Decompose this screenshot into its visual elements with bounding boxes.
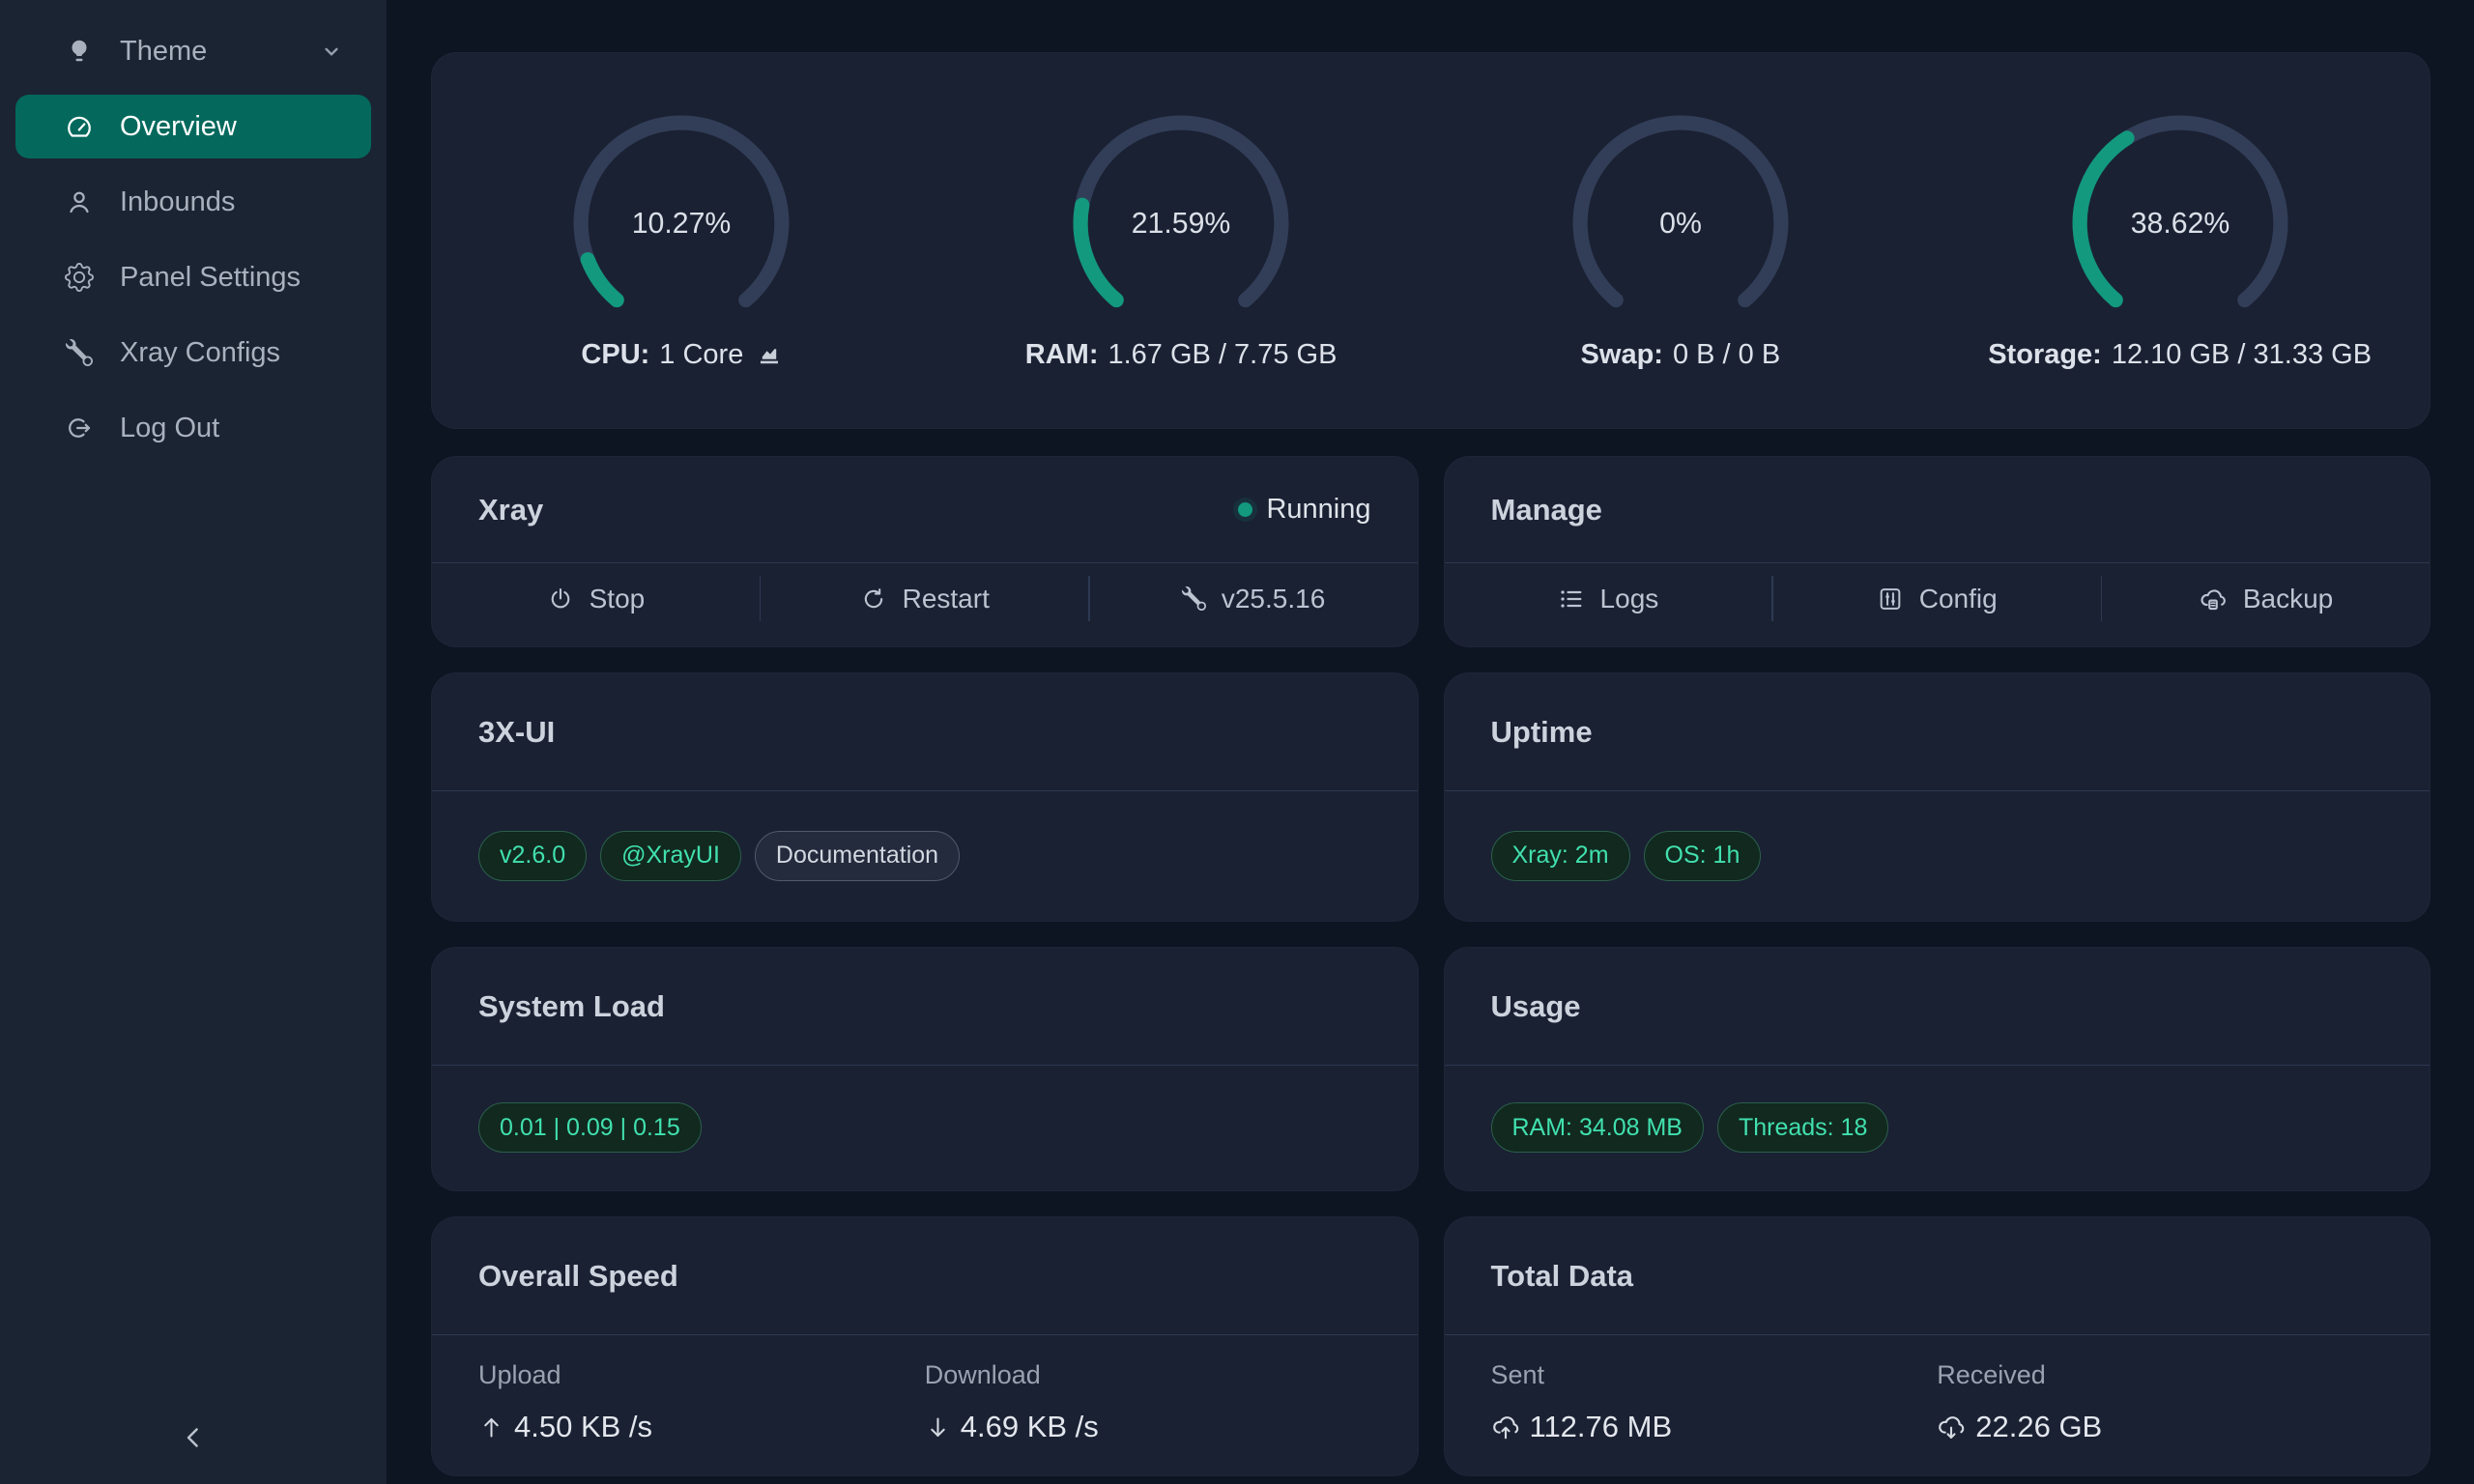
usage-card: Usage RAM: 34.08 MB Threads: 18 (1444, 947, 2431, 1191)
system-load-card-title: System Load (478, 989, 665, 1024)
storage-gauge-arc: 38.62% (2059, 111, 2301, 335)
cards-grid: Xray Running Stop Restart (431, 456, 2431, 1476)
sidebar-nav: Theme Overview Inbounds Panel Settings (0, 0, 387, 460)
xray-card-title: Xray (478, 493, 543, 528)
sent-label: Sent (1491, 1360, 1938, 1390)
sent-stat: Sent 112.76 MB (1491, 1360, 1938, 1444)
swap-percent: 0% (1659, 208, 1702, 240)
swap-gauge-arc: 0% (1560, 111, 1801, 335)
sent-value: 112.76 MB (1491, 1410, 1938, 1444)
telegram-tag[interactable]: @XrayUI (600, 831, 741, 881)
storage-label: Storage: 12.10 GB / 31.33 GB (1988, 339, 2372, 371)
restart-icon (860, 585, 887, 613)
usage-card-title: Usage (1491, 989, 1581, 1024)
chevron-left-icon (177, 1421, 210, 1454)
xray-stop-button[interactable]: Stop (432, 563, 760, 634)
os-uptime-tag: OS: 1h (1644, 831, 1762, 881)
cpu-percent: 10.27% (632, 208, 732, 240)
logs-button[interactable]: Logs (1445, 563, 1772, 634)
sidebar-item-label: Overview (120, 111, 237, 143)
cpu-chart-icon[interactable] (757, 343, 782, 366)
swap-gauge: 0% Swap: 0 B / 0 B (1431, 111, 1931, 371)
xray-card: Xray Running Stop Restart (431, 456, 1419, 647)
cloud-backup-icon (2199, 585, 2228, 614)
cloud-upload-icon (1491, 1413, 1520, 1441)
download-value: 4.69 KB /s (925, 1410, 1371, 1444)
upload-value: 4.50 KB /s (478, 1410, 925, 1444)
received-stat: Received 22.26 GB (1937, 1360, 2383, 1444)
cloud-download-icon (1937, 1413, 1966, 1441)
ram-gauge-arc: 21.59% (1060, 111, 1302, 335)
sidebar-item-theme[interactable]: Theme (15, 19, 371, 83)
cpu-gauge-arc: 10.27% (561, 111, 802, 335)
system-stats-card: 10.27% CPU: 1 Core 21.59% RAM: 1.67 GB /… (431, 52, 2431, 429)
list-icon (1558, 585, 1585, 613)
ram-label: RAM: 1.67 GB / 7.75 GB (1025, 339, 1338, 371)
cpu-label: CPU: 1 Core (581, 339, 782, 371)
user-icon (64, 186, 95, 217)
overall-speed-card: Overall Speed Upload 4.50 KB /s Download (431, 1216, 1419, 1476)
download-label: Download (925, 1360, 1371, 1390)
sidebar-item-label: Panel Settings (120, 262, 301, 294)
manage-card: Manage Logs Config Backup (1444, 456, 2431, 647)
xray-status-text: Running (1266, 494, 1370, 526)
sidebar-collapse-button[interactable] (171, 1415, 216, 1463)
threads-tag: Threads: 18 (1717, 1102, 1888, 1153)
sidebar-item-panel-settings[interactable]: Panel Settings (15, 245, 371, 309)
upload-stat: Upload 4.50 KB /s (478, 1360, 925, 1444)
sliders-icon (1877, 585, 1904, 613)
backup-button[interactable]: Backup (2102, 563, 2430, 634)
speedometer-icon (64, 111, 95, 142)
wrench-icon (1182, 586, 1206, 611)
version-tag: v2.6.0 (478, 831, 587, 881)
sidebar-item-log-out[interactable]: Log Out (15, 396, 371, 460)
xray-restart-button[interactable]: Restart (761, 563, 1088, 634)
config-button[interactable]: Config (1773, 563, 2101, 634)
sidebar-item-label: Log Out (120, 413, 219, 444)
upload-label: Upload (478, 1360, 925, 1390)
arrow-up-icon (478, 1414, 504, 1441)
threex-ui-card-title: 3X-UI (478, 715, 555, 750)
ram-usage-tag: RAM: 34.08 MB (1491, 1102, 1704, 1153)
system-load-card: System Load 0.01 | 0.09 | 0.15 (431, 947, 1419, 1191)
threex-ui-card: 3X-UI v2.6.0 @XrayUI Documentation (431, 672, 1419, 922)
uptime-card-title: Uptime (1491, 715, 1593, 750)
main-content: 10.27% CPU: 1 Core 21.59% RAM: 1.67 GB /… (387, 0, 2474, 1484)
xray-status: Running (1238, 494, 1370, 526)
sidebar-item-inbounds[interactable]: Inbounds (15, 170, 371, 234)
sidebar: Theme Overview Inbounds Panel Settings (0, 0, 387, 1484)
gear-icon (64, 262, 95, 293)
overall-speed-card-title: Overall Speed (478, 1259, 678, 1294)
status-dot-icon (1238, 502, 1252, 517)
arrow-down-icon (925, 1414, 951, 1441)
sidebar-item-overview[interactable]: Overview (15, 95, 371, 158)
manage-card-title: Manage (1491, 493, 1602, 528)
uptime-card: Uptime Xray: 2m OS: 1h (1444, 672, 2431, 922)
lightbulb-icon (64, 36, 95, 67)
received-value: 22.26 GB (1937, 1410, 2383, 1444)
chevron-down-icon (319, 39, 344, 64)
power-icon (547, 585, 574, 613)
ram-percent: 21.59% (1132, 208, 1231, 240)
ram-gauge: 21.59% RAM: 1.67 GB / 7.75 GB (932, 111, 1431, 371)
storage-gauge: 38.62% Storage: 12.10 GB / 31.33 GB (1930, 111, 2430, 371)
load-average-tag: 0.01 | 0.09 | 0.15 (478, 1102, 702, 1153)
sidebar-item-label: Inbounds (120, 186, 235, 218)
received-label: Received (1937, 1360, 2383, 1390)
xray-uptime-tag: Xray: 2m (1491, 831, 1630, 881)
total-data-card-title: Total Data (1491, 1259, 1634, 1294)
sidebar-item-xray-configs[interactable]: Xray Configs (15, 321, 371, 385)
documentation-tag[interactable]: Documentation (755, 831, 960, 881)
swap-label: Swap: 0 B / 0 B (1581, 339, 1781, 371)
wrench-icon (64, 337, 95, 368)
download-stat: Download 4.69 KB /s (925, 1360, 1371, 1444)
cpu-gauge: 10.27% CPU: 1 Core (432, 111, 932, 371)
total-data-card: Total Data Sent 112.76 MB Received (1444, 1216, 2431, 1476)
sidebar-item-label: Theme (120, 36, 207, 68)
logout-icon (64, 413, 95, 443)
xray-version-button[interactable]: v25.5.16 (1090, 563, 1418, 634)
storage-percent: 38.62% (2130, 208, 2229, 240)
sidebar-item-label: Xray Configs (120, 337, 280, 369)
